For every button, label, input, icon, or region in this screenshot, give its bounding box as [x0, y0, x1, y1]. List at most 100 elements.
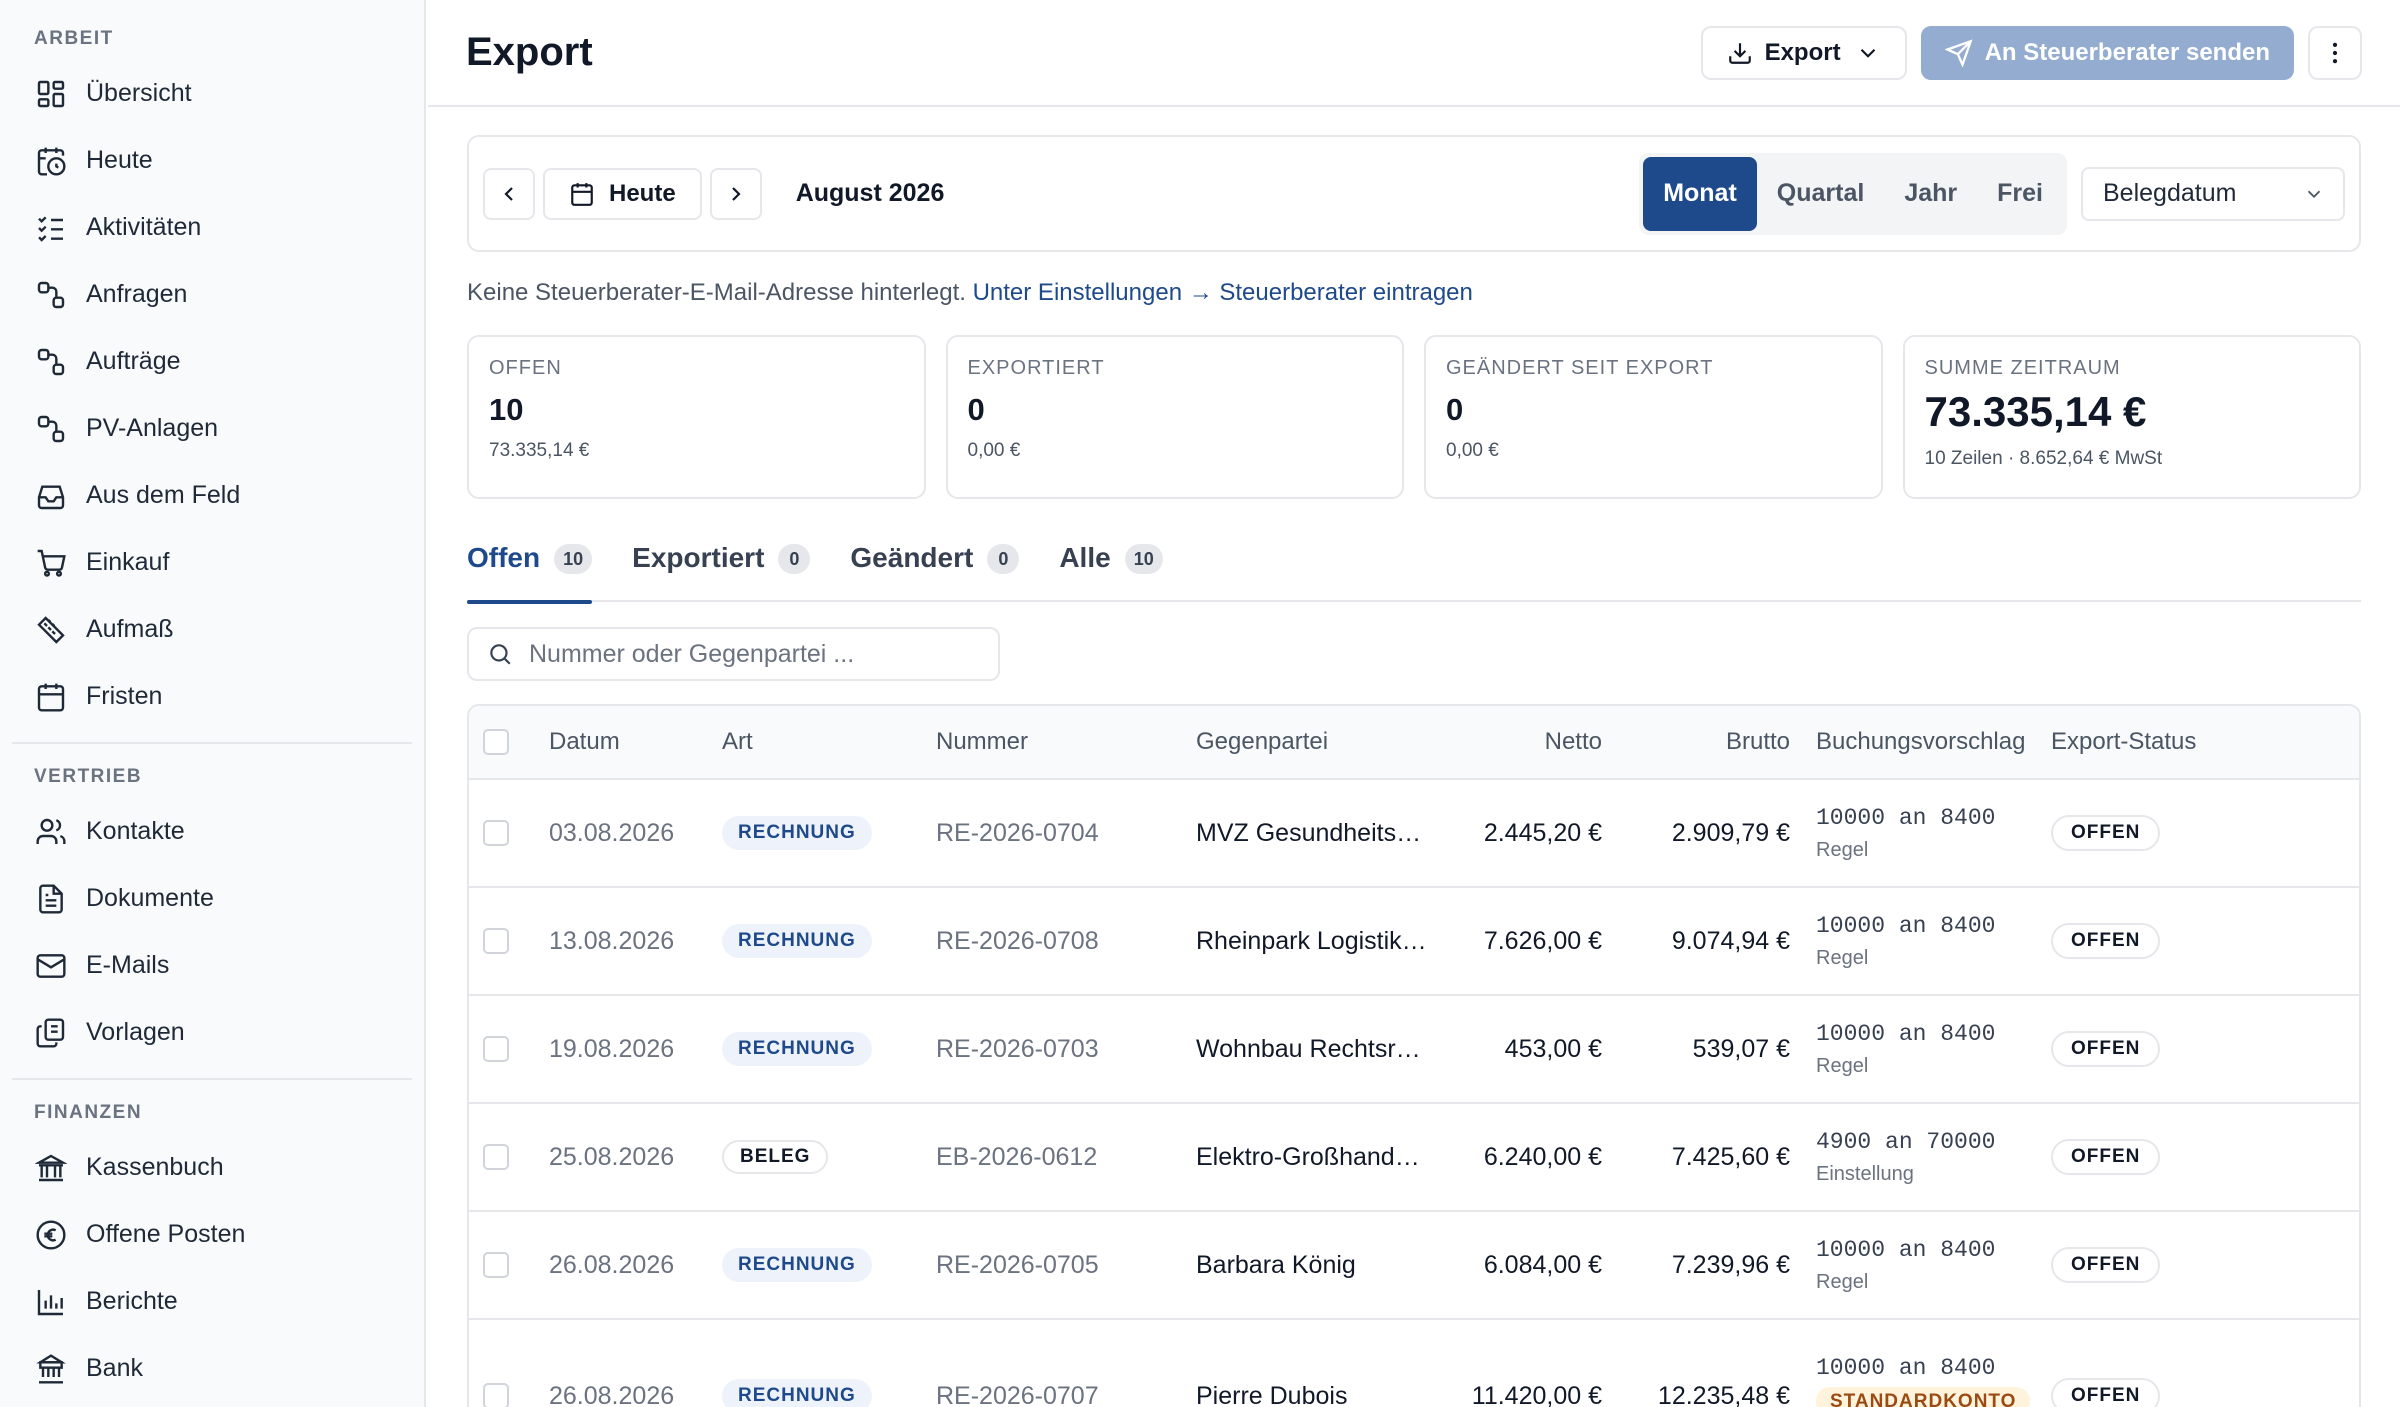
- table-row[interactable]: 26.08.2026 RECHNUNG RE-2026-0707 Pierre …: [469, 1318, 2359, 1407]
- sidebar: ARBEIT Übersicht Heute Aktivitäten Anfra…: [0, 0, 426, 1407]
- column-header-art[interactable]: Art: [722, 728, 936, 756]
- sidebar-item-label: Berichte: [86, 1287, 178, 1315]
- tab-alle[interactable]: Alle 10: [1059, 530, 1163, 602]
- tab-exportiert[interactable]: Exportiert 0: [632, 530, 811, 602]
- sidebar-item-anfragen[interactable]: Anfragen: [12, 261, 412, 328]
- period-mode-monat[interactable]: Monat: [1643, 156, 1757, 231]
- search-field[interactable]: [467, 627, 1000, 681]
- row-select-cell: [469, 1036, 549, 1062]
- row-number: RE-2026-0707: [936, 1381, 1099, 1407]
- row-booking-cell: 10000 an 8400 Regel: [1790, 1021, 2051, 1078]
- more-options-button[interactable]: [2308, 25, 2362, 80]
- bank-icon: [34, 1151, 68, 1185]
- row-select-cell: [469, 1252, 549, 1278]
- row-brutto: 7.425,60 €: [1671, 1142, 1790, 1171]
- table-row[interactable]: 26.08.2026 RECHNUNG RE-2026-0705 Barbara…: [469, 1210, 2359, 1318]
- column-header-buchungsvorschlag[interactable]: Buchungsvorschlag: [1790, 728, 2051, 756]
- column-header-datum[interactable]: Datum: [549, 728, 722, 756]
- booking-source: Einstellung: [1816, 1162, 1914, 1185]
- today-button[interactable]: Heute: [543, 167, 702, 220]
- row-checkbox[interactable]: [483, 1383, 509, 1407]
- tab-label: Geändert: [850, 542, 974, 573]
- column-header-gegenpartei[interactable]: Gegenpartei: [1196, 728, 1436, 756]
- ruler-icon: [34, 613, 68, 647]
- sidebar-item-label: Fristen: [86, 682, 163, 710]
- row-checkbox[interactable]: [483, 928, 509, 954]
- stat-sub: 10 Zeilen · 8.652,64 € MwSt: [1924, 448, 2163, 469]
- sidebar-item-vorlagen[interactable]: Vorlagen: [12, 999, 412, 1066]
- column-header-export-status[interactable]: Export-Status: [2051, 728, 2359, 756]
- row-brutto: 539,07 €: [1692, 1034, 1790, 1063]
- row-netto: 11.420,00 €: [1471, 1381, 1602, 1407]
- sidebar-item-offene-posten[interactable]: Offene Posten: [12, 1201, 412, 1268]
- column-header-netto[interactable]: Netto: [1436, 728, 1602, 756]
- sidebar-item-aus-dem-feld[interactable]: Aus dem Feld: [12, 462, 412, 529]
- booking-source: Regel: [1816, 946, 1869, 969]
- table-row[interactable]: 13.08.2026 RECHNUNG RE-2026-0708 Rheinpa…: [469, 886, 2359, 994]
- table-row[interactable]: 25.08.2026 BELEG EB-2026-0612 Elektro-Gr…: [469, 1102, 2359, 1210]
- table-row[interactable]: 19.08.2026 RECHNUNG RE-2026-0703 Wohnbau…: [469, 994, 2359, 1102]
- sidebar-heading: VERTRIEB: [34, 766, 143, 787]
- tab-offen[interactable]: Offen 10: [467, 530, 593, 604]
- period-mode-frei[interactable]: Frei: [1977, 157, 2063, 231]
- column-header-brutto[interactable]: Brutto: [1602, 728, 1790, 756]
- row-brutto: 9.074,94 €: [1671, 926, 1790, 955]
- send-to-tax-advisor-button[interactable]: An Steuerberater senden: [1920, 25, 2294, 80]
- users-icon: [34, 815, 68, 849]
- row-type-cell: RECHNUNG: [722, 1379, 936, 1407]
- current-period-label: August 2026: [795, 179, 945, 207]
- search-input[interactable]: [529, 639, 980, 669]
- sidebar-item-kassenbuch[interactable]: Kassenbuch: [12, 1134, 412, 1201]
- row-booking-cell: 10000 an 8400 Regel: [1790, 913, 2051, 970]
- sidebar-item-auftraege[interactable]: Aufträge: [12, 328, 412, 395]
- previous-period-button[interactable]: [483, 167, 535, 220]
- sidebar-item-fristen[interactable]: Fristen: [12, 663, 412, 730]
- row-status-cell: OFFEN: [2051, 1031, 2359, 1067]
- sidebar-item-pv-anlagen[interactable]: PV-Anlagen: [12, 395, 412, 462]
- export-button-label: Export: [1764, 38, 1841, 66]
- row-status-cell: OFFEN: [2051, 815, 2359, 851]
- sidebar-item-berichte[interactable]: Berichte: [12, 1268, 412, 1335]
- row-select-cell: [469, 928, 549, 954]
- row-select-cell: [469, 1144, 549, 1170]
- chevron-left-icon: [497, 182, 521, 206]
- sidebar-item-dokumente[interactable]: Dokumente: [12, 865, 412, 932]
- date-field-select[interactable]: Belegdatum: [2081, 166, 2345, 221]
- type-badge: RECHNUNG: [722, 1379, 872, 1407]
- header-actions: Export An Steuerberater senden: [1700, 25, 2362, 80]
- period-mode-jahr[interactable]: Jahr: [1884, 157, 1977, 231]
- row-counterparty: Rheinpark Logistik ...: [1196, 926, 1430, 955]
- row-checkbox[interactable]: [483, 1036, 509, 1062]
- export-button[interactable]: Export: [1700, 25, 1907, 80]
- sidebar-heading: FINANZEN: [34, 1102, 143, 1123]
- tab-geaendert[interactable]: Geändert 0: [850, 530, 1020, 602]
- next-period-button[interactable]: [709, 167, 762, 220]
- row-counterparty: MVZ Gesundheitsz...: [1196, 818, 1430, 847]
- sidebar-item-label: PV-Anlagen: [86, 414, 219, 442]
- stat-sub: 73.335,14 €: [489, 440, 590, 461]
- row-checkbox[interactable]: [483, 1144, 509, 1170]
- sidebar-item-kontakte[interactable]: Kontakte: [12, 798, 412, 865]
- sidebar-item-heute[interactable]: Heute: [12, 127, 412, 194]
- row-type-cell: RECHNUNG: [722, 1032, 936, 1066]
- sidebar-item-aufmass[interactable]: Aufmaß: [12, 596, 412, 663]
- stat-label: OFFEN: [489, 357, 562, 379]
- column-header-nummer[interactable]: Nummer: [936, 728, 1196, 756]
- sidebar-item-e-mails[interactable]: E-Mails: [12, 932, 412, 999]
- sidebar-item-uebersicht[interactable]: Übersicht: [12, 60, 412, 127]
- stat-card-offen: OFFEN 10 73.335,14 €: [467, 335, 926, 499]
- sidebar-item-einkauf[interactable]: Einkauf: [12, 529, 412, 596]
- period-mode-quartal[interactable]: Quartal: [1757, 157, 1885, 231]
- sidebar-item-bank[interactable]: Bank: [12, 1335, 412, 1402]
- tax-advisor-settings-link[interactable]: Unter Einstellungen → Steuerberater eint…: [973, 279, 1473, 306]
- sidebar-item-label: Vorlagen: [86, 1018, 185, 1046]
- row-netto: 7.626,00 €: [1483, 926, 1602, 955]
- row-checkbox[interactable]: [483, 820, 509, 846]
- row-netto: 6.240,00 €: [1483, 1142, 1602, 1171]
- row-checkbox[interactable]: [483, 1252, 509, 1278]
- select-all-checkbox[interactable]: [483, 729, 509, 755]
- type-badge: RECHNUNG: [722, 924, 872, 958]
- sidebar-item-aktivitaeten[interactable]: Aktivitäten: [12, 194, 412, 261]
- tab-count-badge: 10: [554, 544, 593, 574]
- table-row[interactable]: 03.08.2026 RECHNUNG RE-2026-0704 MVZ Ges…: [469, 778, 2359, 886]
